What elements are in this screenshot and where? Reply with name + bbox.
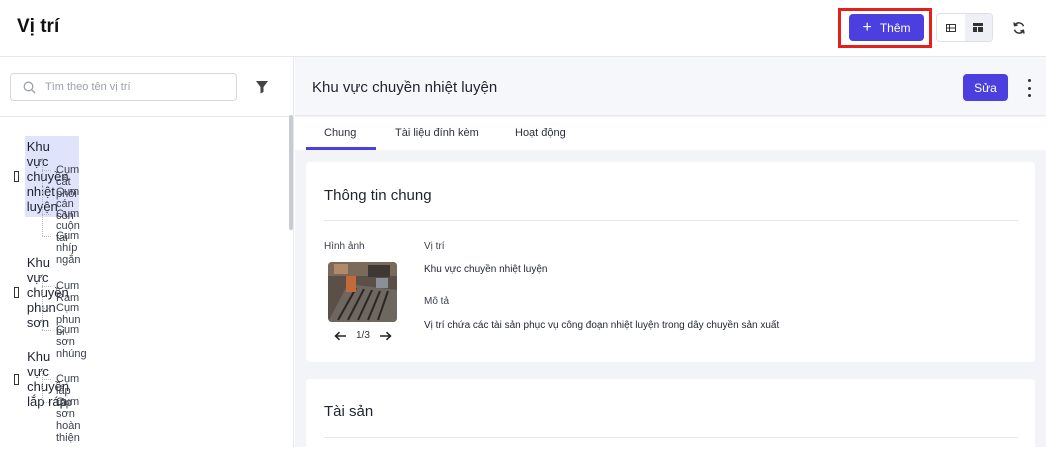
general-info-card: Thông tin chung Hình ảnh 1/3 Vị trí Khu … <box>306 162 1035 362</box>
description-value: Vị trí chứa các tài sản phục vụ công đoạ… <box>424 320 780 331</box>
panel-divider <box>0 116 294 117</box>
search-icon <box>23 81 36 93</box>
search-input[interactable] <box>45 81 225 93</box>
refresh-button[interactable] <box>1008 17 1030 39</box>
image-label: Hình ảnh <box>324 241 365 252</box>
tree-connector <box>42 308 51 309</box>
search-box[interactable] <box>10 73 237 101</box>
table-view-icon <box>945 23 956 32</box>
general-info-heading: Thông tin chung <box>324 187 432 204</box>
tree-connector <box>42 236 51 237</box>
filter-icon[interactable] <box>254 79 270 95</box>
image-pager: 1/3 <box>334 330 392 341</box>
image-counter: 1/3 <box>356 330 370 341</box>
card-divider <box>324 220 1018 221</box>
arrow-left-icon[interactable] <box>334 331 347 341</box>
top-bar: Vị trí + Thêm <box>0 0 1046 57</box>
collapse-icon[interactable] <box>14 373 20 385</box>
tree-connector <box>42 274 43 330</box>
page-title: Vị trí <box>17 16 60 37</box>
tree-leaf[interactable]: Cụm Ram <box>56 280 79 304</box>
tree-connector <box>42 214 51 215</box>
grid-view-icon <box>973 23 984 32</box>
tab-activity[interactable]: Hoạt động <box>515 127 566 139</box>
tree-connector <box>42 379 51 380</box>
tab-attachments[interactable]: Tài liệu đính kèm <box>395 127 479 139</box>
active-tab-indicator <box>306 147 376 150</box>
tree-leaf[interactable]: Cụm sơn hoàn thiện <box>56 396 80 444</box>
tree-connector <box>42 330 51 331</box>
tree-connector <box>42 368 43 402</box>
location-value: Khu vực chuyền nhiệt luyện <box>424 264 548 275</box>
add-button[interactable]: + Thêm <box>849 14 924 41</box>
tree-scrollbar[interactable] <box>289 115 293 230</box>
location-photo[interactable] <box>328 262 397 322</box>
tree-connector <box>42 192 51 193</box>
more-vertical-icon[interactable] <box>1024 77 1034 99</box>
tree-connector <box>42 170 51 171</box>
card-divider <box>324 437 1018 438</box>
assets-heading: Tài sản <box>324 403 374 420</box>
detail-header: Khu vực chuyền nhiệt luyện Sửa <box>295 57 1046 116</box>
detail-panel: Khu vực chuyền nhiệt luyện Sửa Chung Tài… <box>295 57 1046 459</box>
collapse-icon[interactable] <box>14 171 19 182</box>
collapse-icon[interactable] <box>14 287 19 298</box>
add-button-label: Thêm <box>879 20 911 35</box>
tree-connector <box>42 286 51 287</box>
table-view-button[interactable] <box>937 14 965 41</box>
assets-card: Tài sản <box>306 379 1035 459</box>
description-label: Mô tả <box>424 296 450 307</box>
arrow-right-icon[interactable] <box>379 331 392 341</box>
location-tree-panel: Khu vực chuyền nhiệt luyện Cụm cắt phôi … <box>0 57 294 447</box>
location-label: Vị trí <box>424 241 445 252</box>
location-image <box>328 262 397 322</box>
detail-tabs: Chung Tài liệu đính kèm Hoạt động <box>295 117 1046 150</box>
plus-icon: + <box>862 18 872 36</box>
tab-general[interactable]: Chung <box>324 127 356 139</box>
edit-button[interactable]: Sửa <box>963 74 1008 101</box>
detail-title: Khu vực chuyền nhiệt luyện <box>312 79 498 96</box>
refresh-icon <box>1013 22 1025 34</box>
view-toggle <box>936 13 993 42</box>
tree-connector <box>42 402 51 403</box>
grid-view-button[interactable] <box>964 14 992 41</box>
